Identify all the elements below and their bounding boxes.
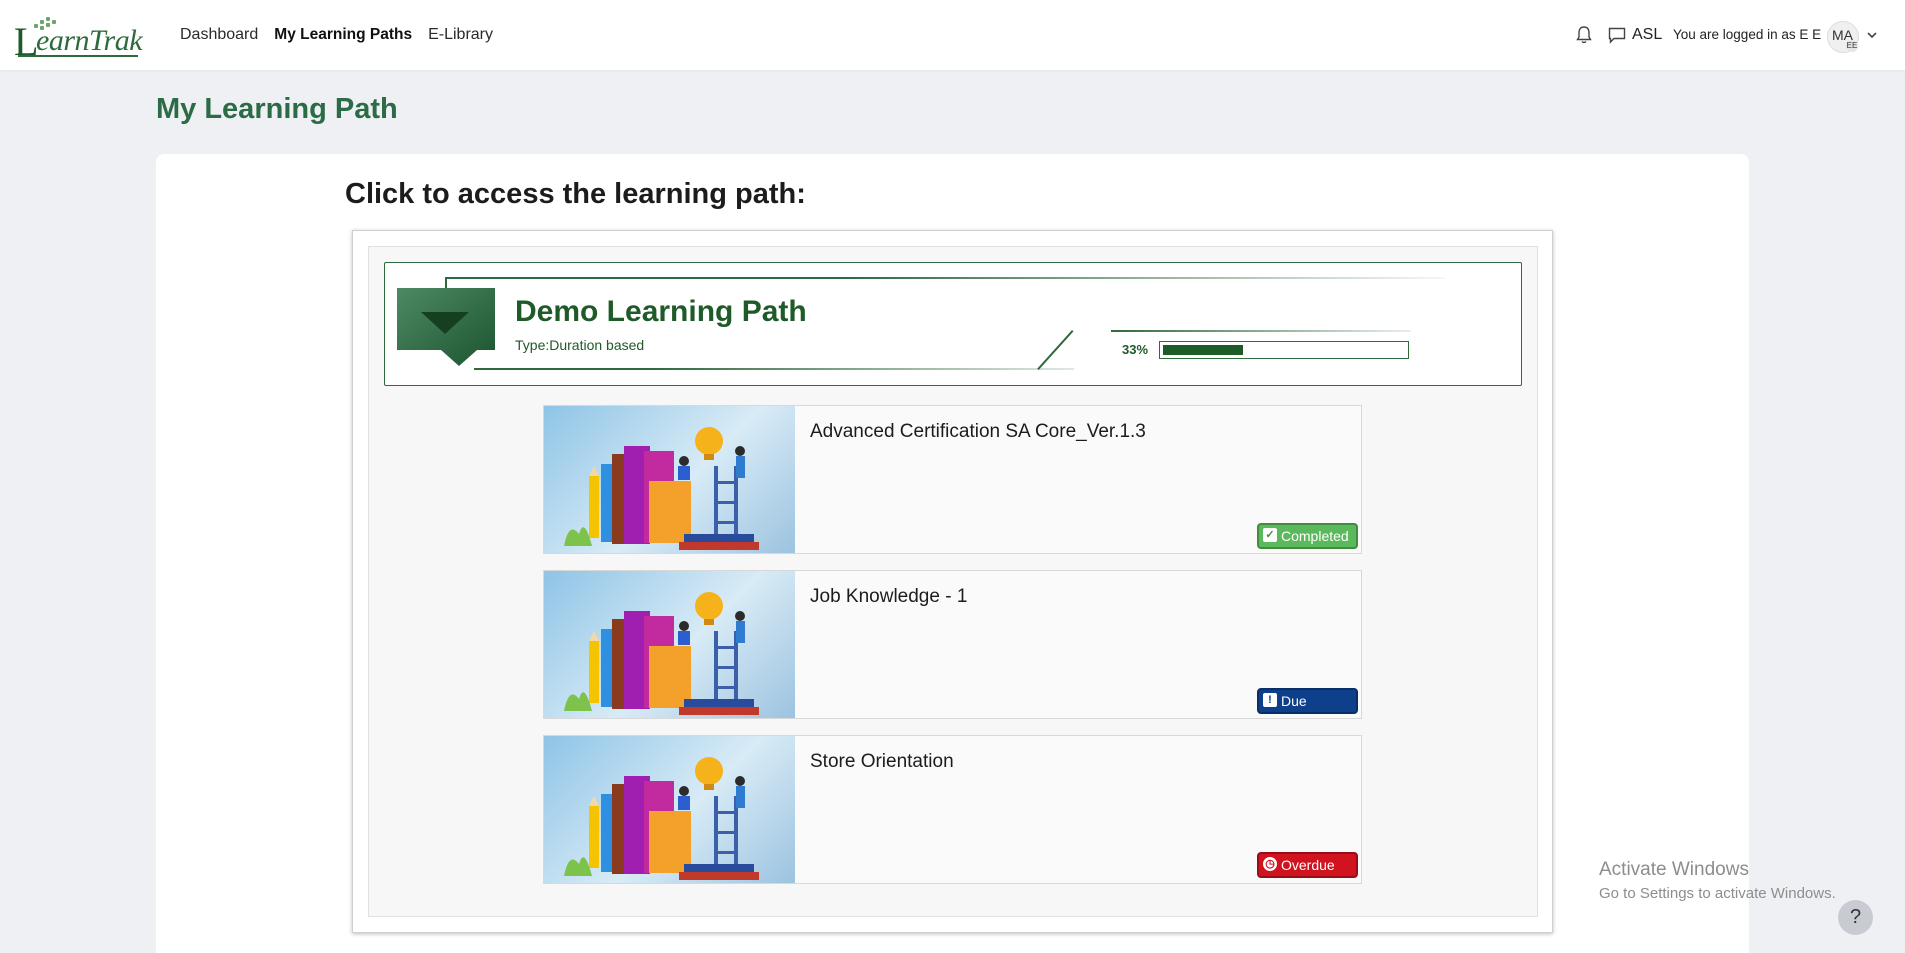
watermark-line1: Activate Windows <box>1599 859 1749 880</box>
status-badge-overdue: ◷ Overdue <box>1257 852 1358 878</box>
course-card[interactable]: Advanced Certification SA Core_Ver.1.3 ✓… <box>543 405 1362 554</box>
course-title[interactable]: Store Orientation <box>810 751 954 773</box>
nav-dashboard[interactable]: Dashboard <box>180 26 258 44</box>
progress-bar <box>1159 341 1409 359</box>
logo-text: earnTrak <box>36 24 143 57</box>
decor-line <box>474 368 1074 370</box>
top-navbar: L earnTrak Dashboard My Learning Paths E… <box>0 0 1905 70</box>
nav-e-library[interactable]: E-Library <box>428 26 493 44</box>
chevron-down-icon[interactable] <box>1866 29 1878 41</box>
course-title[interactable]: Advanced Certification SA Core_Ver.1.3 <box>810 421 1146 443</box>
status-label: Completed <box>1281 528 1349 544</box>
course-card[interactable]: Store Orientation ◷ Overdue <box>543 735 1362 884</box>
status-badge-completed: ✓ Completed <box>1257 523 1358 549</box>
logo-underline <box>18 55 138 57</box>
learntrak-logo[interactable]: L earnTrak <box>14 16 144 64</box>
exclamation-icon: ! <box>1263 693 1277 708</box>
course-thumbnail <box>544 736 795 883</box>
progress-bar-fill <box>1163 345 1243 355</box>
avatar-sub-initials: EE <box>1846 40 1858 52</box>
user-avatar[interactable]: MA EE <box>1827 21 1859 53</box>
logo-letter-l: L <box>14 19 39 64</box>
collapse-arrow-icon[interactable] <box>397 288 495 368</box>
learning-path-title[interactable]: Demo Learning Path <box>515 295 807 329</box>
nav-my-learning-paths[interactable]: My Learning Paths <box>274 26 412 44</box>
bell-icon[interactable] <box>1574 25 1594 45</box>
check-icon: ✓ <box>1263 528 1277 543</box>
section-subtitle: Click to access the learning path: <box>345 178 806 210</box>
org-label[interactable]: ASL <box>1632 26 1662 44</box>
status-label: Due <box>1281 693 1307 709</box>
course-card[interactable]: Job Knowledge - 1 ! Due <box>543 570 1362 719</box>
course-thumbnail <box>544 571 795 718</box>
decor-line <box>1111 330 1411 332</box>
page-title: My Learning Path <box>156 93 398 125</box>
watermark-line2: Go to Settings to activate Windows. <box>1599 885 1836 902</box>
decor-line <box>445 277 1445 279</box>
main-nav: Dashboard My Learning Paths E-Library <box>180 26 493 44</box>
chat-icon[interactable] <box>1607 25 1627 45</box>
course-title[interactable]: Job Knowledge - 1 <box>810 586 967 608</box>
help-button[interactable]: ? <box>1838 900 1873 935</box>
clock-icon: ◷ <box>1263 857 1277 872</box>
logged-in-text: You are logged in as E E <box>1673 27 1822 42</box>
course-thumbnail <box>544 406 795 553</box>
progress-percent: 33% <box>1122 342 1149 357</box>
status-label: Overdue <box>1281 857 1335 873</box>
status-badge-due: ! Due <box>1257 688 1358 714</box>
windows-activation-watermark: Activate Windows Go to Settings to activ… <box>1599 859 1836 902</box>
learning-path-type: Type:Duration based <box>515 337 645 353</box>
